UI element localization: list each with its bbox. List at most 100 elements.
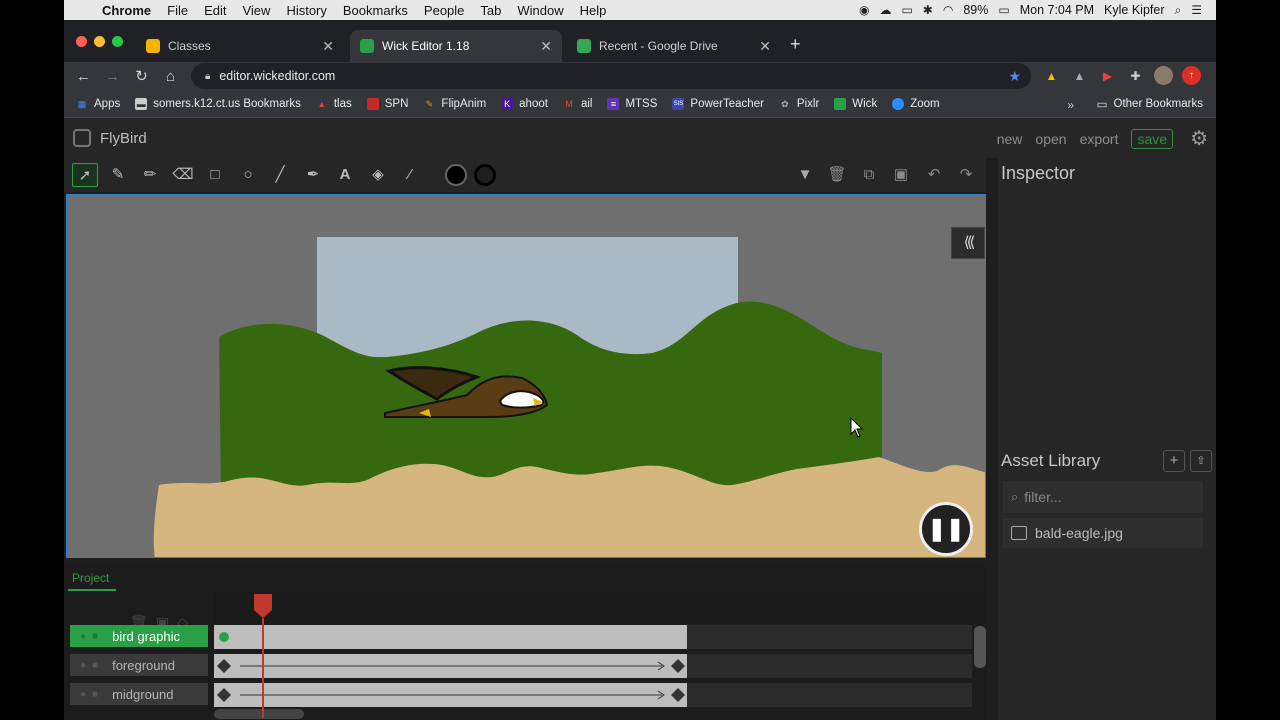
- spotlight-icon[interactable]: ⌕: [1175, 3, 1182, 18]
- tab-google-drive[interactable]: Recent - Google Drive ✕: [567, 30, 781, 62]
- lock-icon[interactable]: 🔒︎: [205, 71, 210, 82]
- airplay-icon[interactable]: ▭: [901, 3, 912, 17]
- pen-tool-icon[interactable]: ✒: [300, 163, 326, 187]
- drive-offline-icon[interactable]: ▲: [1070, 66, 1089, 85]
- menu-edit[interactable]: Edit: [196, 3, 234, 18]
- drive-extension-icon[interactable]: ▲: [1042, 66, 1061, 85]
- frame-span-bird[interactable]: [214, 625, 687, 649]
- bluetooth-icon[interactable]: ✱: [923, 3, 933, 17]
- timeline-tab-project[interactable]: Project: [72, 571, 109, 585]
- zoom-window-button[interactable]: [112, 36, 123, 47]
- export-button[interactable]: export: [1080, 131, 1119, 147]
- extensions-puzzle-icon[interactable]: ✚: [1126, 66, 1145, 85]
- tab-classes[interactable]: Classes ✕: [136, 30, 344, 62]
- bookmark-zoom[interactable]: Zoom: [892, 97, 940, 110]
- menu-window[interactable]: Window: [509, 3, 571, 18]
- bookmark-mtss[interactable]: ≡ MTSS: [607, 97, 657, 110]
- pause-button[interactable]: ❚❚: [919, 502, 973, 556]
- project-name[interactable]: FlyBird: [100, 130, 147, 147]
- pencil-tool-icon[interactable]: ✏: [137, 163, 163, 187]
- asset-filter-input[interactable]: ⌕ filter...: [1003, 481, 1203, 513]
- address-bar[interactable]: 🔒︎ editor.wickeditor.com ★: [191, 63, 1031, 89]
- frame-grid[interactable]: [214, 592, 986, 720]
- layer-foreground[interactable]: ● ■ foreground: [70, 654, 208, 676]
- layer-bird-graphic[interactable]: ● ■ bird graphic: [70, 625, 208, 647]
- profile-avatar[interactable]: [1154, 66, 1173, 85]
- ellipse-tool-icon[interactable]: ○: [235, 163, 261, 187]
- vertical-scrollbar[interactable]: [974, 626, 986, 668]
- bookmark-gmail[interactable]: Mail: [563, 98, 592, 110]
- save-button[interactable]: save: [1131, 128, 1174, 149]
- rectangle-tool-icon[interactable]: □: [202, 163, 228, 187]
- clock[interactable]: Mon 7:04 PM: [1020, 3, 1094, 17]
- visibility-icon[interactable]: ●: [80, 631, 86, 642]
- record-icon[interactable]: ◉: [859, 3, 869, 17]
- undo-icon[interactable]: ↶: [923, 163, 945, 187]
- new-tab-icon[interactable]: +: [790, 34, 801, 55]
- menu-app-chrome[interactable]: Chrome: [94, 3, 159, 18]
- layer-midground[interactable]: ● ■ midground: [70, 683, 208, 705]
- eyedropper-tool-icon[interactable]: ⁄: [397, 163, 423, 187]
- menu-bookmarks[interactable]: Bookmarks: [335, 3, 416, 18]
- menu-tab[interactable]: Tab: [472, 3, 509, 18]
- delete-icon[interactable]: 🗑︎: [826, 163, 848, 187]
- bookmark-wick[interactable]: Wick: [834, 97, 877, 110]
- wifi-icon[interactable]: ◠: [943, 3, 953, 17]
- creative-cloud-icon[interactable]: ☁: [879, 3, 891, 17]
- menu-people[interactable]: People: [416, 3, 472, 18]
- collapse-panel-icon[interactable]: ⟨⟨⟨: [951, 227, 985, 259]
- copy-icon[interactable]: ⧉: [858, 163, 880, 187]
- menu-view[interactable]: View: [234, 3, 278, 18]
- fill-color-swatch[interactable]: [445, 164, 467, 186]
- horizontal-scrollbar[interactable]: [214, 709, 304, 719]
- bookmark-spn[interactable]: SPN: [366, 97, 408, 110]
- lock-icon[interactable]: ■: [92, 689, 98, 700]
- line-tool-icon[interactable]: ╱: [267, 163, 293, 187]
- close-tab-icon[interactable]: ✕: [759, 38, 771, 55]
- battery-icon[interactable]: ▭: [998, 3, 1009, 17]
- reload-icon[interactable]: ↻: [127, 67, 156, 85]
- bookmark-flipanim[interactable]: ✎ FlipAnim: [423, 98, 487, 110]
- menu-help[interactable]: Help: [572, 3, 615, 18]
- visibility-icon[interactable]: ●: [80, 689, 86, 700]
- close-tab-icon[interactable]: ✕: [322, 38, 334, 55]
- bookmark-other[interactable]: ▭ Other Bookmarks: [1097, 97, 1203, 111]
- close-window-button[interactable]: [76, 36, 87, 47]
- keyframe-dot[interactable]: [219, 632, 229, 642]
- fill-bucket-tool-icon[interactable]: ◈: [365, 163, 391, 187]
- user-name[interactable]: Kyle Kipfer: [1104, 3, 1164, 17]
- asset-item[interactable]: bald-eagle.jpg: [1003, 518, 1203, 548]
- redo-icon[interactable]: ↷: [955, 163, 977, 187]
- eraser-tool-icon[interactable]: ⌫: [170, 163, 196, 187]
- update-icon[interactable]: ↑: [1182, 66, 1201, 85]
- new-button[interactable]: new: [997, 131, 1023, 147]
- bookmark-powerteacher[interactable]: SIS PowerTeacher: [672, 97, 764, 110]
- bookmark-kahoot[interactable]: Kahoot: [501, 97, 548, 110]
- open-button[interactable]: open: [1035, 131, 1066, 147]
- dropdown-icon[interactable]: ▼: [794, 163, 816, 187]
- lock-icon[interactable]: ■: [92, 660, 98, 671]
- paste-icon[interactable]: ▣: [890, 163, 912, 187]
- cursor-tool-icon[interactable]: ➚: [72, 163, 98, 187]
- stage-canvas[interactable]: ⟨⟨⟨ ❚❚: [66, 194, 986, 558]
- gear-icon[interactable]: ⚙: [1190, 126, 1208, 151]
- lock-icon[interactable]: ■: [92, 631, 98, 642]
- add-asset-button[interactable]: +: [1163, 450, 1185, 472]
- bookmark-pixlr[interactable]: ✿ Pixlr: [779, 98, 819, 110]
- text-tool-icon[interactable]: A: [332, 163, 358, 187]
- bookmarks-overflow-icon[interactable]: »: [1067, 98, 1074, 112]
- stroke-color-swatch[interactable]: [474, 164, 496, 186]
- forward-icon[interactable]: →: [98, 68, 127, 85]
- close-tab-icon[interactable]: ✕: [540, 38, 552, 55]
- notification-center-icon[interactable]: ☰: [1191, 3, 1202, 17]
- screencastify-icon[interactable]: ▶: [1098, 66, 1117, 85]
- bookmark-apps[interactable]: ▦ Apps: [76, 98, 120, 110]
- minimize-window-button[interactable]: [94, 36, 105, 47]
- bookmark-tlas[interactable]: ▲ tlas: [316, 98, 351, 110]
- visibility-icon[interactable]: ●: [80, 660, 86, 671]
- menu-history[interactable]: History: [278, 3, 334, 18]
- bookmark-star-icon[interactable]: ★: [1008, 68, 1021, 85]
- upload-asset-icon[interactable]: ⇧: [1190, 450, 1212, 472]
- back-icon[interactable]: ←: [69, 68, 98, 85]
- home-icon[interactable]: ⌂: [156, 68, 185, 85]
